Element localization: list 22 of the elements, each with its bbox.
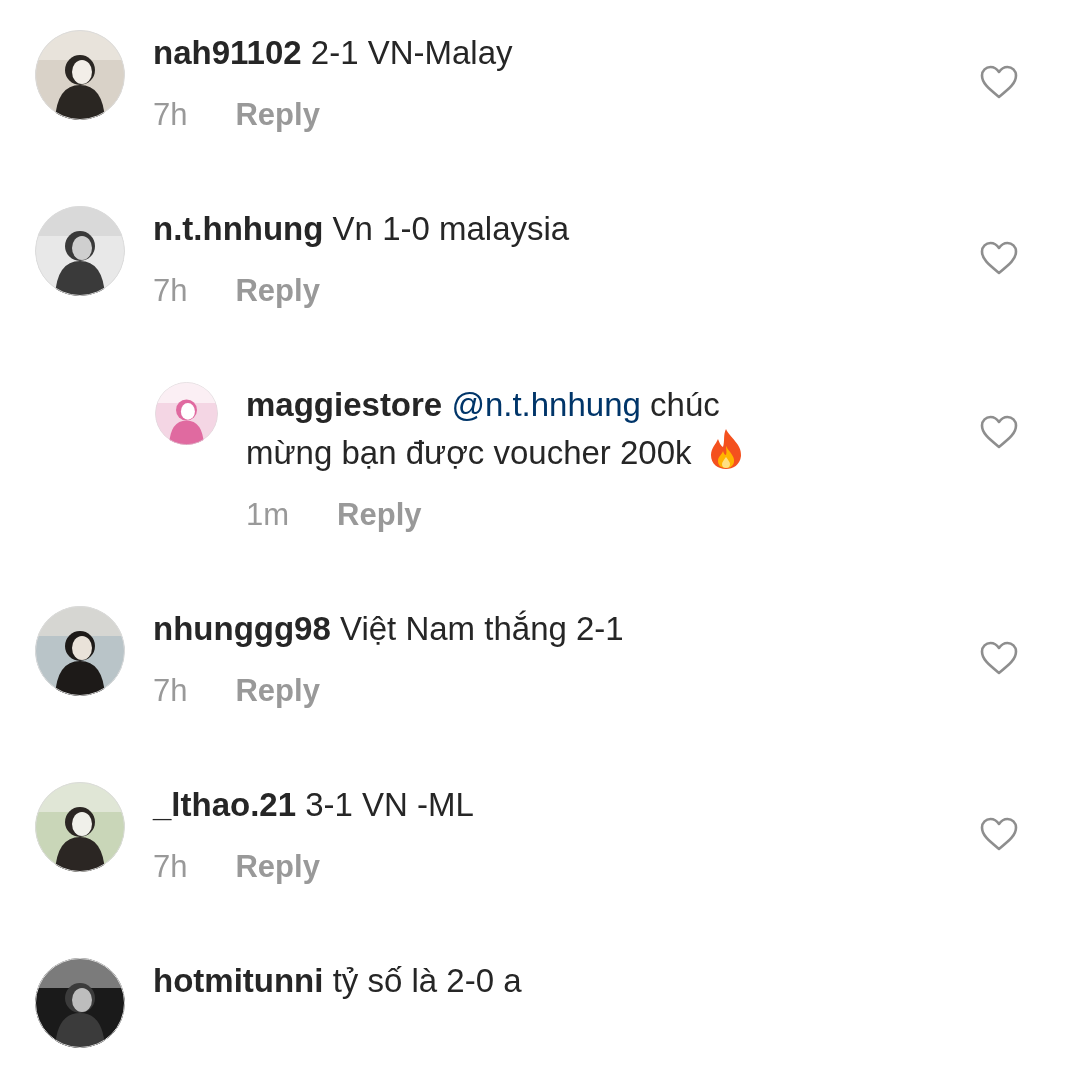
reply-button[interactable]: Reply xyxy=(235,673,320,709)
comment-text: _lthao.21 3-1 VN -ML xyxy=(153,785,475,825)
comment-time: 7h xyxy=(153,849,188,885)
like-icon[interactable] xyxy=(980,641,1018,675)
comment-text: hotmitunni tỷ số là 2-0 a xyxy=(153,961,523,1001)
comment-time: 7h xyxy=(153,673,188,709)
like-icon[interactable] xyxy=(980,415,1018,449)
reply-button[interactable]: Reply xyxy=(235,273,320,309)
comment-time: 1m xyxy=(246,497,290,533)
reply-button[interactable]: Reply xyxy=(235,849,320,885)
reply-button[interactable]: Reply xyxy=(337,497,422,533)
reply-button[interactable]: Reply xyxy=(235,97,320,133)
like-icon[interactable] xyxy=(980,241,1018,275)
mention-link[interactable]: @n.t.hnhung xyxy=(451,386,641,423)
comment-time: 7h xyxy=(153,97,188,133)
comment-text: nhunggg98 Việt Nam thắng 2-1 xyxy=(153,609,625,649)
comment-text: nah91102 2-1 VN-Malay xyxy=(153,33,514,73)
comment-text: n.t.hnhung Vn 1-0 malaysia xyxy=(153,209,571,249)
comment-time: 7h xyxy=(153,273,188,309)
comment-text: maggiestore @n.t.hnhung chúc mừng bạn được voucher 200k xyxy=(246,382,766,476)
like-icon[interactable] xyxy=(980,817,1018,851)
like-icon[interactable] xyxy=(980,65,1018,99)
